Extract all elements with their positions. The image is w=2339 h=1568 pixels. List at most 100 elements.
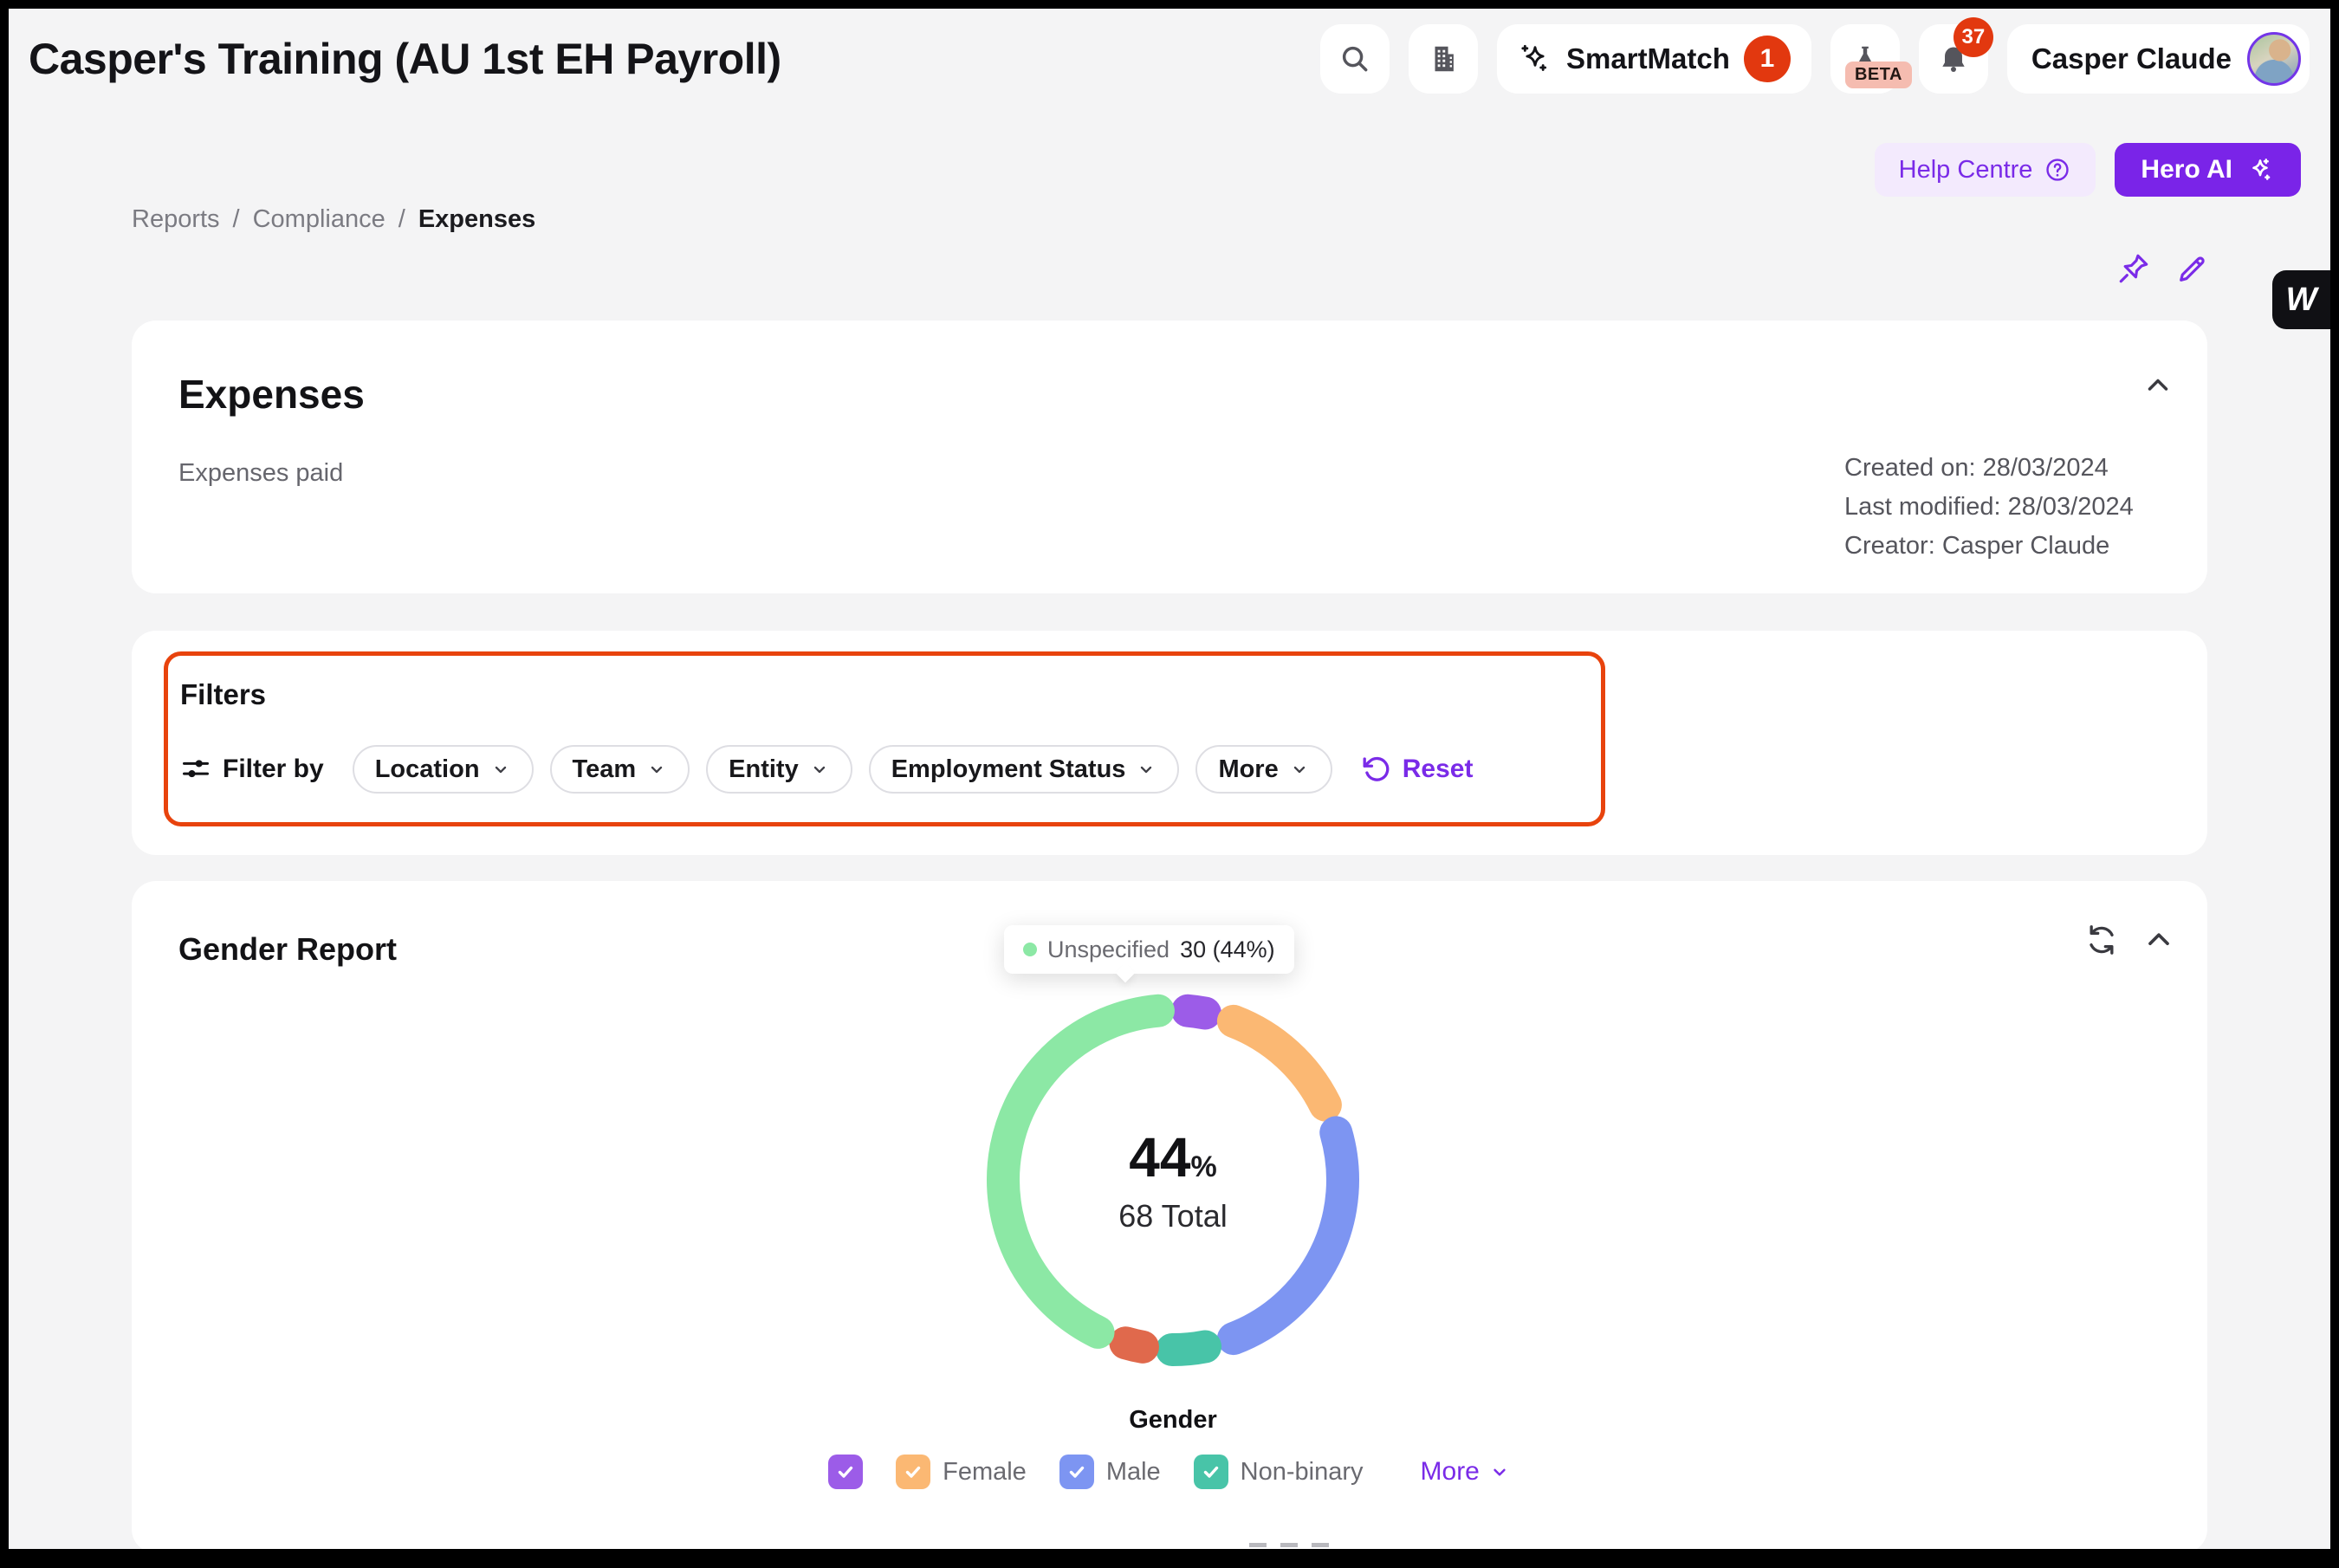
filter-dropdown-employment-status[interactable]: Employment Status xyxy=(869,745,1180,794)
rotate-ccw-icon xyxy=(1361,754,1392,785)
refresh-icon[interactable] xyxy=(2084,923,2119,957)
check-icon xyxy=(1066,1461,1087,1482)
check-icon xyxy=(903,1461,923,1482)
check-icon xyxy=(835,1461,856,1482)
pencil-icon[interactable] xyxy=(2174,250,2211,287)
legend-checkbox[interactable] xyxy=(828,1455,863,1489)
legend-more-button[interactable]: More xyxy=(1421,1457,1511,1487)
breadcrumb-separator: / xyxy=(398,205,405,234)
search-button[interactable] xyxy=(1320,24,1390,94)
user-menu[interactable]: Casper Claude xyxy=(2007,24,2310,94)
question-circle-icon xyxy=(2044,156,2071,184)
search-icon xyxy=(1338,42,1371,75)
smartmatch-button[interactable]: SmartMatch 1 xyxy=(1497,24,1811,94)
legend-checkbox[interactable] xyxy=(896,1455,930,1489)
gender-donut-chart: 44% 68 Total xyxy=(956,963,1390,1396)
page-title: Casper's Training (AU 1st EH Payroll) xyxy=(29,34,781,84)
dropdown-label: Location xyxy=(375,755,480,784)
main-content: Expenses Expenses paid Created on: 28/03… xyxy=(9,321,2330,1553)
filters-card: Filters Filter by Location xyxy=(132,631,2207,855)
chevron-down-icon xyxy=(646,759,667,780)
topbar-actions: SmartMatch 1 BETA 37 Casper Claude xyxy=(1320,24,2310,94)
legend-item-female[interactable]: Female xyxy=(896,1455,1027,1489)
reset-label: Reset xyxy=(1403,755,1474,784)
dropdown-label: More xyxy=(1218,755,1278,784)
filter-dropdown-team[interactable]: Team xyxy=(550,745,690,794)
chevron-down-icon xyxy=(1488,1461,1511,1483)
filter-row: Filter by Location Team Entity xyxy=(180,745,1584,794)
chevron-down-icon xyxy=(490,759,511,780)
chart-axis-label: Gender xyxy=(956,1406,1390,1435)
breadcrumb: Reports / Compliance / Expenses xyxy=(132,205,2330,233)
donut-segment-male[interactable] xyxy=(1234,1132,1343,1338)
dropdown-label: Employment Status xyxy=(891,755,1126,784)
sliders-icon xyxy=(180,754,211,785)
reset-filters-button[interactable]: Reset xyxy=(1361,754,1474,785)
legend-label: Female xyxy=(943,1458,1027,1487)
legend-item[interactable] xyxy=(828,1455,863,1489)
help-centre-label: Help Centre xyxy=(1899,156,2033,185)
donut-segment[interactable] xyxy=(1125,1343,1143,1347)
report-tools xyxy=(2115,250,2211,287)
donut-segment-female[interactable] xyxy=(1234,1021,1325,1105)
avatar xyxy=(2247,32,2301,86)
legend-more-label: More xyxy=(1421,1457,1480,1487)
notifications-button[interactable]: 37 xyxy=(1919,24,1988,94)
cut-off-element xyxy=(1249,1543,1329,1547)
breadcrumb-compliance[interactable]: Compliance xyxy=(253,205,386,234)
chart-tooltip: Unspecified 30 (44%) xyxy=(1004,925,1294,974)
building-icon xyxy=(1427,42,1460,75)
meta-created: Created on: 28/03/2024 xyxy=(1844,449,2134,488)
filter-dropdown-entity[interactable]: Entity xyxy=(706,745,852,794)
filter-by-label: Filter by xyxy=(223,755,324,784)
donut-svg xyxy=(956,963,1390,1396)
tooltip-series-dot xyxy=(1023,943,1037,956)
breadcrumb-separator: / xyxy=(233,205,240,234)
legend-label: Non-binary xyxy=(1241,1458,1364,1487)
legend-checkbox[interactable] xyxy=(1194,1455,1228,1489)
chevron-down-icon xyxy=(1289,759,1310,780)
check-icon xyxy=(1201,1461,1221,1482)
organisation-button[interactable] xyxy=(1409,24,1478,94)
donut-segment-unspecified[interactable] xyxy=(1003,1011,1158,1332)
notification-badge: 37 xyxy=(1953,17,1993,57)
legend-item-non-binary[interactable]: Non-binary xyxy=(1194,1455,1364,1489)
hero-ai-label: Hero AI xyxy=(2141,155,2232,185)
filter-dropdown-more[interactable]: More xyxy=(1195,745,1331,794)
help-centre-button[interactable]: Help Centre xyxy=(1875,143,2096,197)
labs-button[interactable]: BETA xyxy=(1830,24,1900,94)
breadcrumb-reports[interactable]: Reports xyxy=(132,205,220,234)
meta-modified: Last modified: 28/03/2024 xyxy=(1844,488,2134,527)
donut-segment[interactable] xyxy=(1188,1011,1205,1014)
beta-badge: BETA xyxy=(1845,62,1912,88)
sparkle-icon xyxy=(1518,42,1552,76)
tooltip-value: 30 (44%) xyxy=(1180,936,1275,963)
sparkle-icon xyxy=(2245,155,2275,185)
filter-by: Filter by xyxy=(180,754,324,785)
chat-widget-logo: W xyxy=(2286,282,2317,319)
filter-dropdown-location[interactable]: Location xyxy=(353,745,534,794)
chevron-down-icon xyxy=(809,759,830,780)
expenses-collapse-button[interactable] xyxy=(2141,369,2174,405)
top-bar: Casper's Training (AU 1st EH Payroll) xyxy=(9,9,2330,94)
report-meta: Created on: 28/03/2024 Last modified: 28… xyxy=(1844,449,2134,566)
chat-widget-tab[interactable]: W xyxy=(2272,270,2330,329)
dropdown-label: Entity xyxy=(729,755,799,784)
app-window: Casper's Training (AU 1st EH Payroll) xyxy=(0,0,2339,1568)
legend-item-male[interactable]: Male xyxy=(1059,1455,1161,1489)
smartmatch-badge: 1 xyxy=(1744,36,1791,82)
breadcrumb-current-expenses: Expenses xyxy=(418,205,535,234)
legend-label: Male xyxy=(1106,1458,1161,1487)
user-name: Casper Claude xyxy=(2031,42,2232,75)
gender-report-card: Gender Report Unspecified 30 (44%) xyxy=(132,881,2207,1553)
donut-segment-non-binary[interactable] xyxy=(1172,1346,1205,1350)
gender-report-actions xyxy=(2084,923,2176,957)
chevron-up-icon[interactable] xyxy=(2141,923,2176,957)
filters-highlight-box: Filters Filter by Location xyxy=(164,651,1605,826)
hero-ai-button[interactable]: Hero AI xyxy=(2115,143,2301,197)
tooltip-label: Unspecified xyxy=(1047,936,1170,963)
pin-icon[interactable] xyxy=(2115,250,2152,287)
chevron-down-icon xyxy=(1136,759,1157,780)
legend-checkbox[interactable] xyxy=(1059,1455,1094,1489)
expenses-card: Expenses Expenses paid Created on: 28/03… xyxy=(132,321,2207,593)
